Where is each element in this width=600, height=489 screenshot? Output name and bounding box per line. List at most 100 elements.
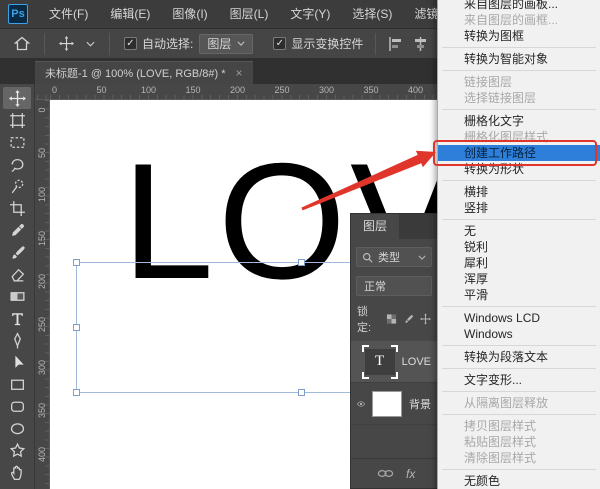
context-menu-item[interactable]: 犀利	[438, 255, 600, 271]
close-tab-icon[interactable]: ×	[236, 66, 243, 80]
ruler-tick-label: 100	[37, 190, 47, 202]
context-menu-item[interactable]: 来自图层的画板...	[438, 0, 600, 12]
align-left-edges-icon[interactable]	[388, 37, 403, 51]
context-menu-item[interactable]: 无	[438, 223, 600, 239]
align-horizontal-centers-icon[interactable]	[413, 37, 428, 51]
ruler-tick-label: 300	[37, 363, 47, 375]
context-menu-item[interactable]: 转换为智能对象	[438, 51, 600, 67]
rectangle-tool-icon	[9, 376, 26, 393]
layers-panel-footer: fx	[351, 458, 437, 488]
layer-effects-icon[interactable]: fx	[406, 467, 415, 481]
context-menu-item[interactable]: 无颜色	[438, 473, 600, 489]
ruler-tick-label: 350	[37, 406, 47, 418]
gradient-tool[interactable]	[3, 285, 31, 307]
transform-handle[interactable]	[298, 259, 305, 266]
menubar-item[interactable]: 图层(L)	[219, 0, 280, 28]
eyedropper-tool[interactable]	[3, 219, 31, 241]
path-selection-tool[interactable]	[3, 351, 31, 373]
transform-handle[interactable]	[73, 259, 80, 266]
context-menu-item[interactable]: Windows LCD	[438, 310, 600, 326]
lock-pixels-icon[interactable]	[403, 313, 414, 325]
menubar-item[interactable]: 编辑(E)	[99, 0, 161, 28]
lasso-tool-icon	[9, 156, 26, 173]
context-menu-item[interactable]: Windows	[438, 326, 600, 342]
artboard-tool[interactable]	[3, 109, 31, 131]
pen-tool[interactable]	[3, 329, 31, 351]
marquee-tool[interactable]	[3, 131, 31, 153]
context-menu: 来自图层的画板...来自图层的画框...转换为图框转换为智能对象链接图层选择链接…	[437, 0, 600, 489]
menu-separator	[438, 388, 600, 395]
menu-separator	[438, 466, 600, 473]
context-menu-item[interactable]: 平滑	[438, 287, 600, 303]
menu-separator	[438, 365, 600, 372]
type-tool[interactable]	[3, 307, 31, 329]
menu-separator	[438, 411, 600, 418]
crop-tool-icon	[9, 200, 26, 217]
document-title: 未标题-1 @ 100% (LOVE, RGB/8#) *	[45, 65, 226, 81]
context-menu-item[interactable]: 转换为图框	[438, 28, 600, 44]
custom-shape-tool[interactable]	[3, 439, 31, 461]
context-menu-item[interactable]: 创建工作路径	[438, 145, 600, 161]
transform-handle[interactable]	[73, 324, 80, 331]
lasso-tool[interactable]	[3, 153, 31, 175]
auto-select-checkbox[interactable]: ✓	[124, 37, 137, 50]
layer-row-background[interactable]: 背景	[351, 383, 437, 425]
layer-filter-dropdown[interactable]: 类型	[356, 247, 432, 267]
menubar-item[interactable]: 文件(F)	[38, 0, 99, 28]
ruler-tick-label: 50	[37, 147, 47, 159]
menubar-item[interactable]: 文字(Y)	[279, 0, 341, 28]
auto-select-label: 自动选择:	[142, 35, 193, 52]
lock-position-icon[interactable]	[420, 313, 431, 325]
layer-row-text[interactable]: T LOVE	[351, 341, 437, 383]
visibility-eye-icon[interactable]	[357, 357, 358, 367]
chevron-down-icon[interactable]	[80, 41, 101, 47]
transform-handle[interactable]	[73, 389, 80, 396]
blend-mode-dropdown[interactable]: 正常	[356, 276, 432, 296]
context-menu-item: 链接图层	[438, 74, 600, 90]
chevron-down-icon	[237, 41, 245, 46]
context-menu-item[interactable]: 转换为形状	[438, 161, 600, 177]
context-menu-item[interactable]: 转换为段落文本	[438, 349, 600, 365]
transform-handle[interactable]	[298, 389, 305, 396]
context-menu-item[interactable]: 浑厚	[438, 271, 600, 287]
context-menu-item: 从隔离图层释放	[438, 395, 600, 411]
home-icon[interactable]	[8, 36, 36, 51]
move-tool[interactable]	[3, 87, 31, 109]
move-tool-icon[interactable]	[53, 36, 80, 51]
auto-select-dropdown[interactable]: 图层	[199, 34, 253, 54]
eraser-tool[interactable]	[3, 263, 31, 285]
artboard-tool-icon	[9, 112, 26, 129]
rectangle-tool[interactable]	[3, 373, 31, 395]
rounded-rectangle-tool[interactable]	[3, 395, 31, 417]
context-menu-item[interactable]: 横排	[438, 184, 600, 200]
document-tab[interactable]: 未标题-1 @ 100% (LOVE, RGB/8#) * ×	[35, 61, 253, 84]
hand-tool[interactable]	[3, 461, 31, 483]
text-layer-thumbnail[interactable]: T	[365, 348, 395, 376]
context-menu-item[interactable]: 文字变形...	[438, 372, 600, 388]
pen-tool-icon	[9, 332, 26, 349]
layers-panel: 图层 类型 正常 锁定: T LOVE	[350, 213, 437, 489]
ellipse-tool[interactable]	[3, 417, 31, 439]
quick-selection-tool[interactable]	[3, 175, 31, 197]
background-layer-thumbnail[interactable]	[372, 390, 402, 418]
context-menu-item[interactable]: 竖排	[438, 200, 600, 216]
panel-tab-strip: 图层	[351, 214, 437, 239]
link-layers-icon[interactable]	[377, 469, 394, 478]
context-menu-item: 清除图层样式	[438, 450, 600, 466]
lock-transparency-icon[interactable]	[386, 313, 397, 325]
menubar-item[interactable]: 图像(I)	[161, 0, 218, 28]
show-transform-checkbox[interactable]: ✓	[273, 37, 286, 50]
context-menu-item[interactable]: 栅格化文字	[438, 113, 600, 129]
tab-layers[interactable]: 图层	[351, 214, 399, 239]
crop-tool[interactable]	[3, 197, 31, 219]
menubar-item[interactable]: 选择(S)	[341, 0, 403, 28]
menu-separator	[438, 44, 600, 51]
ruler-tick-label: 350	[364, 85, 379, 95]
menu-separator	[438, 67, 600, 74]
context-menu-item[interactable]: 锐利	[438, 239, 600, 255]
brush-tool[interactable]	[3, 241, 31, 263]
menu-separator	[438, 303, 600, 310]
visibility-eye-icon[interactable]	[357, 399, 365, 409]
ruler-tick-label: 0	[52, 85, 57, 95]
show-transform-label: 显示变换控件	[291, 35, 363, 52]
